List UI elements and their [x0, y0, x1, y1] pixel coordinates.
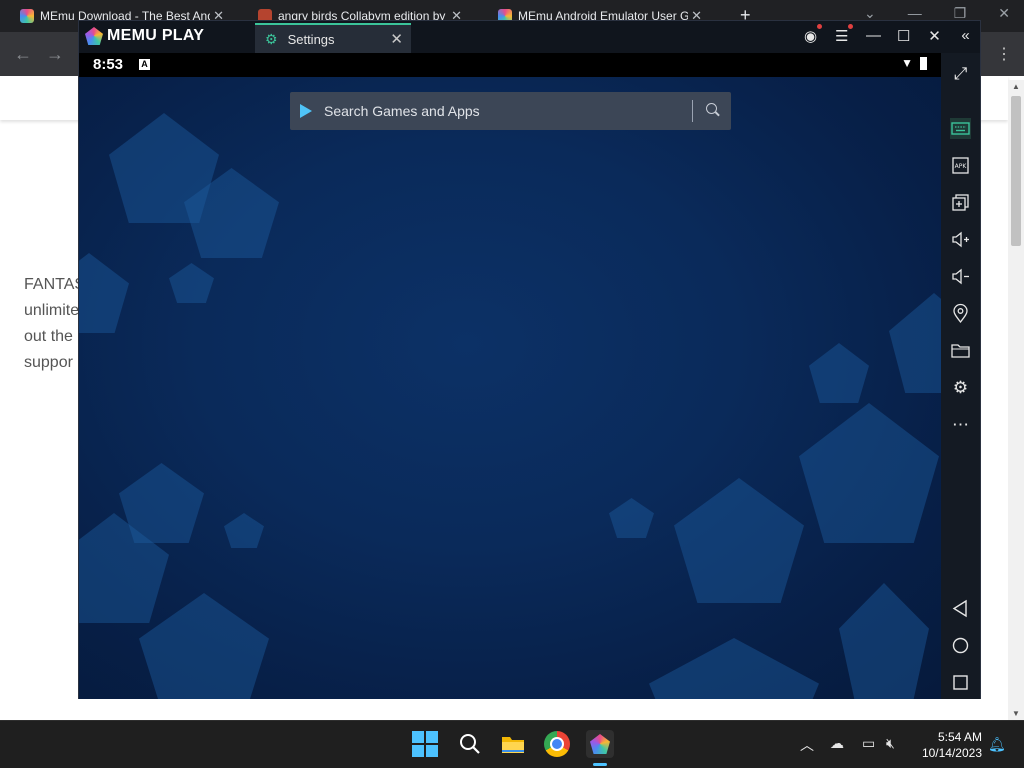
memu-gem-icon: [85, 27, 103, 45]
decor-pentagon: [889, 293, 941, 393]
close-tab-icon[interactable]: ✕: [390, 30, 403, 48]
more-icon[interactable]: ⋯: [950, 414, 971, 435]
back-arrow-icon[interactable]: ←: [14, 44, 32, 65]
memu-window: MEMU PLAY ⚙ Settings ✕ ◉ ☰ — ☐ ✕ « 8:53 …: [78, 20, 981, 699]
search-divider: [692, 100, 693, 122]
apk-icon[interactable]: APK: [950, 155, 971, 176]
page-text-line: unlimite: [24, 302, 80, 319]
start-button[interactable]: [412, 731, 438, 757]
scrollbar-thumb[interactable]: [1011, 96, 1021, 246]
taskbar-clock[interactable]: 5:54 AM 10/14/2023: [914, 729, 982, 761]
page-scrollbar[interactable]: ▲ ▼: [1008, 80, 1024, 720]
show-hidden-icons-icon[interactable]: ︿: [800, 735, 814, 755]
android-screen[interactable]: 8:53 A ▼ Search Games and Apps: [79, 53, 941, 699]
page-text-line: out the: [24, 328, 73, 345]
search-icon[interactable]: [706, 103, 717, 114]
chrome-icon[interactable]: [544, 731, 570, 757]
scroll-down-icon[interactable]: ▼: [1012, 709, 1020, 718]
tab-settings[interactable]: ⚙ Settings ✕: [255, 23, 411, 53]
page-text-line: suppor: [24, 354, 73, 371]
location-icon[interactable]: [950, 303, 971, 324]
start-tile: [412, 731, 424, 743]
active-app-indicator: [593, 763, 607, 766]
decor-pentagon: [139, 593, 269, 699]
settings-icon[interactable]: ⚙: [950, 377, 971, 398]
scroll-up-icon[interactable]: ▲: [1012, 82, 1020, 91]
memu-favicon-icon: [20, 9, 34, 23]
close-icon[interactable]: ✕: [928, 27, 941, 45]
back-icon[interactable]: [950, 598, 971, 619]
tab-title: Settings: [287, 31, 335, 47]
recents-icon[interactable]: [950, 672, 971, 693]
clock-time: 5:54 AM: [937, 730, 982, 744]
memu-logo: MEMU PLAY: [85, 27, 204, 45]
onedrive-icon[interactable]: ☁: [830, 735, 844, 752]
battery-icon: [920, 57, 927, 70]
file-explorer-icon[interactable]: [500, 731, 526, 757]
decor-pentagon: [799, 403, 939, 543]
volume-muted-icon[interactable]: 🔇︎: [886, 735, 895, 752]
start-tile: [426, 731, 438, 743]
decor-pentagon: [224, 513, 264, 548]
wifi-icon: ▼: [901, 56, 913, 70]
forward-arrow-icon[interactable]: →: [46, 44, 64, 65]
close-icon[interactable]: ✕: [998, 5, 1010, 22]
volume-up-icon[interactable]: [950, 229, 971, 250]
keyboard-icon[interactable]: [950, 118, 971, 139]
memu-logo-text: MEMU PLAY: [107, 27, 205, 44]
maximize-icon[interactable]: ☐: [897, 27, 910, 45]
memu-window-controls: ◉ ☰ — ☐ ✕ «: [804, 24, 972, 45]
memu-sidebar: ⤢ APK ⚙ ⋯: [941, 53, 980, 699]
settings-gear-icon: ⚙: [265, 30, 278, 47]
status-time: 8:53: [93, 56, 124, 73]
taskbar-search-icon[interactable]: [457, 731, 483, 757]
account-icon[interactable]: ◉: [804, 24, 822, 45]
search-games-bar[interactable]: Search Games and Apps: [290, 92, 731, 130]
notification-bell-icon[interactable]: 🔔︎: [988, 736, 1006, 753]
decor-pentagon: [674, 478, 804, 603]
multi-instance-icon[interactable]: [950, 192, 971, 213]
memu-taskbar-icon[interactable]: [586, 730, 614, 758]
page-text-line: FANTAS: [24, 276, 82, 293]
browser-menu-icon[interactable]: ⋮: [996, 44, 1012, 64]
notification-a-icon: A: [139, 59, 150, 70]
decor-pentagon: [649, 638, 819, 699]
home-icon[interactable]: [950, 635, 971, 656]
volume-down-icon[interactable]: [950, 266, 971, 287]
decor-pentagon: [839, 583, 929, 699]
start-tile: [412, 745, 424, 757]
fullscreen-icon[interactable]: ⤢: [950, 63, 971, 84]
windows-taskbar: ︿ ☁ ▭ 🔇︎ 5:54 AM 10/14/2023 🔔︎: [0, 720, 1024, 768]
decor-pentagon: [609, 498, 654, 538]
svg-text:APK: APK: [955, 163, 968, 170]
decor-pentagon: [809, 343, 869, 403]
decor-pentagon: [79, 253, 129, 333]
menu-icon[interactable]: ☰: [835, 24, 853, 45]
decor-pentagon: [169, 263, 214, 303]
memu-gem-icon: [590, 734, 610, 754]
android-status-bar: 8:53 A ▼: [79, 53, 941, 77]
start-tile: [426, 745, 438, 757]
folder-icon[interactable]: [950, 340, 971, 361]
clock-date: 10/14/2023: [921, 746, 982, 760]
web-page-text: FANTAS unlimite out the suppor: [24, 272, 82, 376]
search-input[interactable]: Search Games and Apps: [324, 103, 480, 119]
minimize-icon[interactable]: —: [866, 27, 881, 45]
network-icon[interactable]: ▭: [862, 735, 875, 752]
play-store-icon: [300, 104, 312, 118]
memu-titlebar: MEMU PLAY ⚙ Settings ✕ ◉ ☰ — ☐ ✕ «: [79, 21, 980, 53]
collapse-sidebar-icon[interactable]: «: [959, 27, 972, 45]
